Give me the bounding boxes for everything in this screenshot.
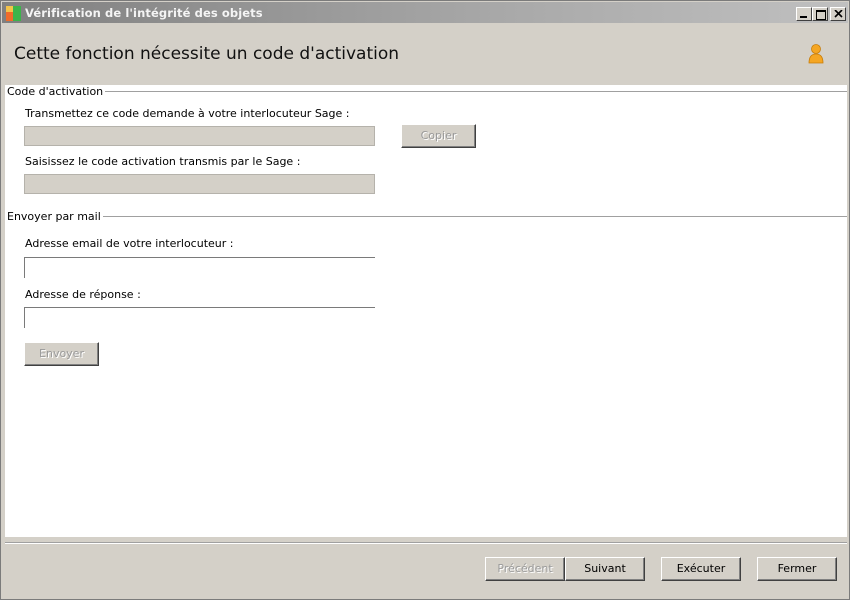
page-header: Cette fonction nécessite un code d'activ… xyxy=(5,23,847,85)
email-field[interactable] xyxy=(24,257,375,278)
next-button[interactable]: Suivant xyxy=(565,557,645,581)
previous-button[interactable]: Précédent xyxy=(485,557,565,581)
entered-code-field xyxy=(24,174,375,194)
activation-group-divider xyxy=(89,91,847,92)
title-bar[interactable]: Vérification de l'intégrité des objets xyxy=(2,2,848,23)
activation-group-title: Code d'activation xyxy=(7,85,106,98)
close-button[interactable]: Fermer xyxy=(757,557,837,581)
dialog-window: Vérification de l'intégrité des objets C… xyxy=(0,0,850,600)
user-icon xyxy=(808,44,824,64)
footer-divider xyxy=(5,542,847,544)
minimize-button[interactable] xyxy=(796,7,812,21)
execute-button[interactable]: Exécuter xyxy=(661,557,741,581)
activation-code-field xyxy=(24,126,375,146)
app-logo-icon xyxy=(6,6,21,21)
content-panel: Code d'activation Transmettez ce code de… xyxy=(5,85,847,537)
send-button[interactable]: Envoyer xyxy=(24,342,99,366)
close-icon xyxy=(834,10,843,18)
page-title: Cette fonction nécessite un code d'activ… xyxy=(14,44,400,64)
maximize-button[interactable] xyxy=(812,7,828,21)
enter-code-label: Saisissez le code activation transmis pa… xyxy=(25,155,301,168)
reply-address-label: Adresse de réponse : xyxy=(25,288,141,301)
mail-group-divider xyxy=(88,216,847,217)
reply-address-field[interactable] xyxy=(24,307,375,328)
email-label: Adresse email de votre interlocuteur : xyxy=(25,237,234,250)
close-window-button[interactable] xyxy=(830,7,846,21)
mail-group-title: Envoyer par mail xyxy=(7,210,103,223)
transmit-code-label: Transmettez ce code demande à votre inte… xyxy=(25,107,350,120)
window-title: Vérification de l'intégrité des objets xyxy=(25,6,263,20)
copy-button[interactable]: Copier xyxy=(401,124,476,148)
